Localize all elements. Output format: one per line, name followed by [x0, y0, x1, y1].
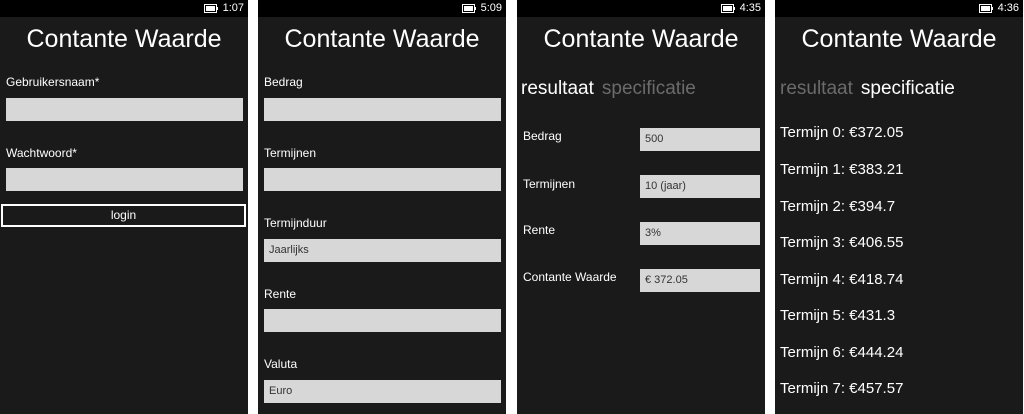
page-title: Contante Waarde	[284, 25, 480, 53]
status-bar: 5:09	[258, 0, 506, 17]
bedrag-label: Bedrag	[264, 75, 303, 89]
result-label-contante-waarde: Contante Waarde	[523, 270, 617, 284]
status-time: 4:36	[997, 2, 1019, 14]
page-title: Contante Waarde	[801, 25, 997, 53]
password-label: Wachtwoord*	[6, 146, 77, 160]
list-item: Termijn 4: €418.74	[780, 271, 904, 288]
result-value-termijnen: 10 (jaar)	[640, 175, 760, 198]
list-item: Termijn 6: €444.24	[780, 344, 904, 361]
status-bar: 1:07	[0, 0, 248, 17]
page-title: Contante Waarde	[26, 25, 222, 53]
username-label: Gebruikersnaam*	[6, 75, 100, 89]
list-item: Termijn 7: €457.57	[780, 380, 904, 397]
pivot-header: resultaat specificatie	[780, 78, 955, 100]
list-item: Termijn 2: €394.7	[780, 198, 896, 215]
input-screen: 5:09 Contante Waarde Bedrag Termijnen Te…	[258, 0, 506, 414]
status-bar: 4:36	[775, 0, 1023, 17]
battery-icon	[721, 4, 735, 13]
rente-label: Rente	[264, 287, 297, 301]
result-value-bedrag: 500	[640, 128, 760, 151]
login-button[interactable]: login	[1, 204, 246, 227]
result-label-termijnen: Termijnen	[523, 177, 576, 191]
status-time: 4:35	[739, 2, 761, 14]
status-time: 1:07	[222, 2, 244, 14]
result-screen: 4:35 Contante Waarde resultaat specificat…	[517, 0, 765, 414]
rente-input[interactable]	[264, 309, 501, 332]
list-item: Termijn 1: €383.21	[780, 161, 904, 178]
result-value-rente: 3%	[640, 222, 760, 245]
tab-specificatie[interactable]: specificatie	[861, 78, 955, 99]
tab-specificatie[interactable]: specificatie	[602, 78, 696, 99]
pivot-header: resultaat specificatie	[521, 78, 696, 100]
valuta-select[interactable]: Euro	[264, 380, 501, 403]
username-input[interactable]	[6, 98, 243, 121]
tab-resultaat[interactable]: resultaat	[521, 78, 594, 99]
list-item: Termijn 5: €431.3	[780, 307, 896, 324]
termijnduur-label: Termijnduur	[264, 216, 327, 230]
password-input[interactable]	[6, 168, 243, 191]
battery-icon	[979, 4, 993, 13]
termijnen-label: Termijnen	[264, 146, 317, 160]
termijnduur-select[interactable]: Jaarlijks	[264, 239, 501, 262]
result-label-rente: Rente	[523, 223, 556, 237]
battery-icon	[462, 4, 476, 13]
result-value-contante-waarde: € 372.05	[640, 269, 760, 292]
login-screen: 1:07 Contante Waarde Gebruikersnaam* Wac…	[0, 0, 248, 414]
tab-resultaat[interactable]: resultaat	[780, 78, 853, 99]
result-label-bedrag: Bedrag	[523, 129, 562, 143]
status-bar: 4:35	[517, 0, 765, 17]
termijnen-input[interactable]	[264, 168, 501, 191]
list-item: Termijn 3: €406.55	[780, 234, 904, 251]
bedrag-input[interactable]	[264, 98, 501, 121]
battery-icon	[204, 4, 218, 13]
status-time: 5:09	[480, 2, 502, 14]
specification-screen: 4:36 Contante Waarde resultaat specificat…	[775, 0, 1023, 414]
page-title: Contante Waarde	[543, 25, 739, 53]
valuta-label: Valuta	[264, 357, 298, 371]
list-item: Termijn 0: €372.05	[780, 124, 904, 141]
